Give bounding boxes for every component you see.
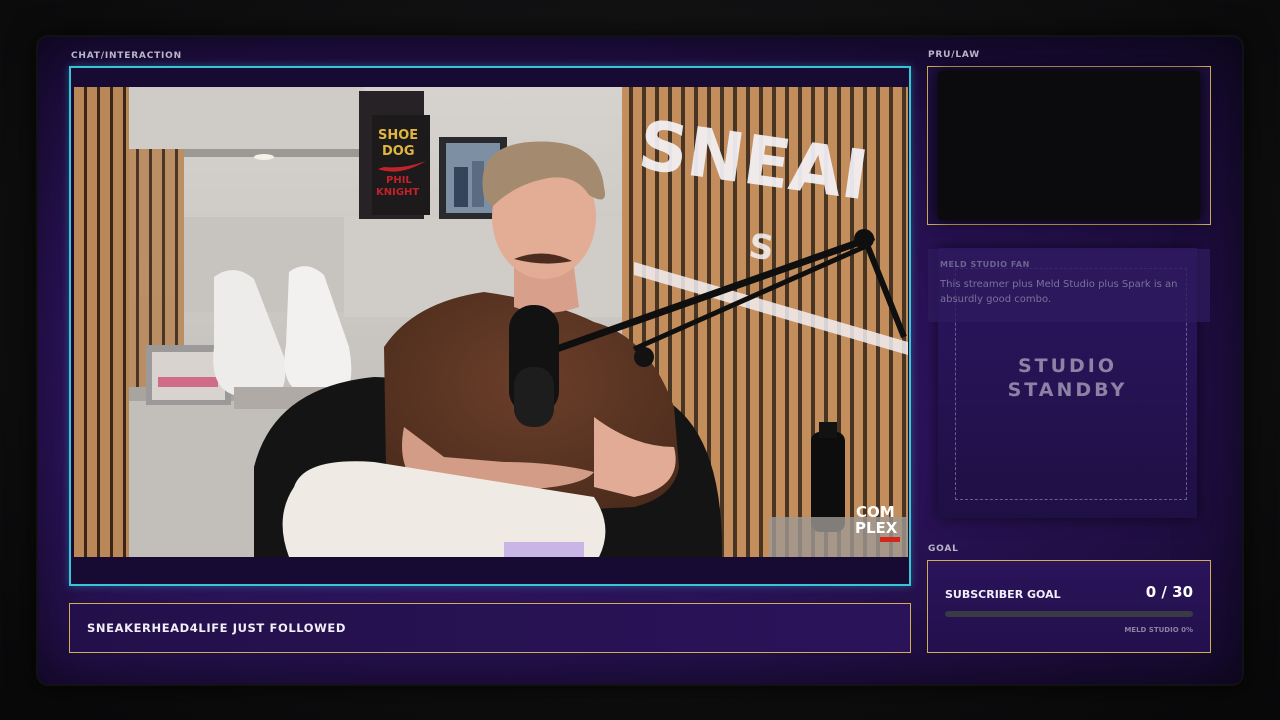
main-camera-frame: SHOE DOG PHIL KNIGHT SNEAI S COM PLEX bbox=[69, 66, 911, 586]
subscriber-goal-widget: SUBSCRIBER GOAL 0 / 30 MELD STUDIO 0% bbox=[927, 560, 1211, 653]
goal-title: SUBSCRIBER GOAL bbox=[945, 588, 1061, 601]
svg-text:KNIGHT: KNIGHT bbox=[376, 187, 419, 198]
fan-message-author: MELD STUDIO FAN bbox=[940, 260, 1030, 269]
svg-text:PLEX: PLEX bbox=[855, 519, 898, 537]
pru-camera-frame bbox=[927, 66, 1211, 225]
pru-camera-feed bbox=[938, 71, 1200, 220]
svg-text:DOG: DOG bbox=[382, 144, 415, 159]
camera-video-feed: SHOE DOG PHIL KNIGHT SNEAI S COM PLEX bbox=[74, 87, 908, 557]
fan-message-text: This streamer plus Meld Studio plus Spar… bbox=[940, 279, 1178, 305]
pru-section-label: PRU/LAW bbox=[928, 50, 980, 60]
follow-alert-bar: SNEAKERHEAD4LIFE JUST FOLLOWED bbox=[69, 603, 911, 653]
standby-line-2: STANDBY bbox=[1007, 379, 1128, 401]
goal-section-label: GOAL bbox=[928, 544, 959, 554]
goal-count: 0 / 30 bbox=[1145, 583, 1193, 601]
fan-message-card: MELD STUDIO FAN This streamer plus Meld … bbox=[928, 249, 1210, 322]
standby-line-1: STUDIO bbox=[1017, 355, 1118, 377]
follow-alert-text: SNEAKERHEAD4LIFE JUST FOLLOWED bbox=[87, 621, 347, 635]
book-title-text: SHOE bbox=[378, 128, 418, 143]
svg-text:PHIL: PHIL bbox=[386, 175, 412, 186]
goal-progress-track bbox=[945, 611, 1193, 617]
goal-footer: MELD STUDIO 0% bbox=[1124, 626, 1193, 634]
standby-text: STUDIO STANDBY bbox=[938, 354, 1197, 402]
chat-section-label: CHAT/INTERACTION bbox=[71, 51, 182, 61]
